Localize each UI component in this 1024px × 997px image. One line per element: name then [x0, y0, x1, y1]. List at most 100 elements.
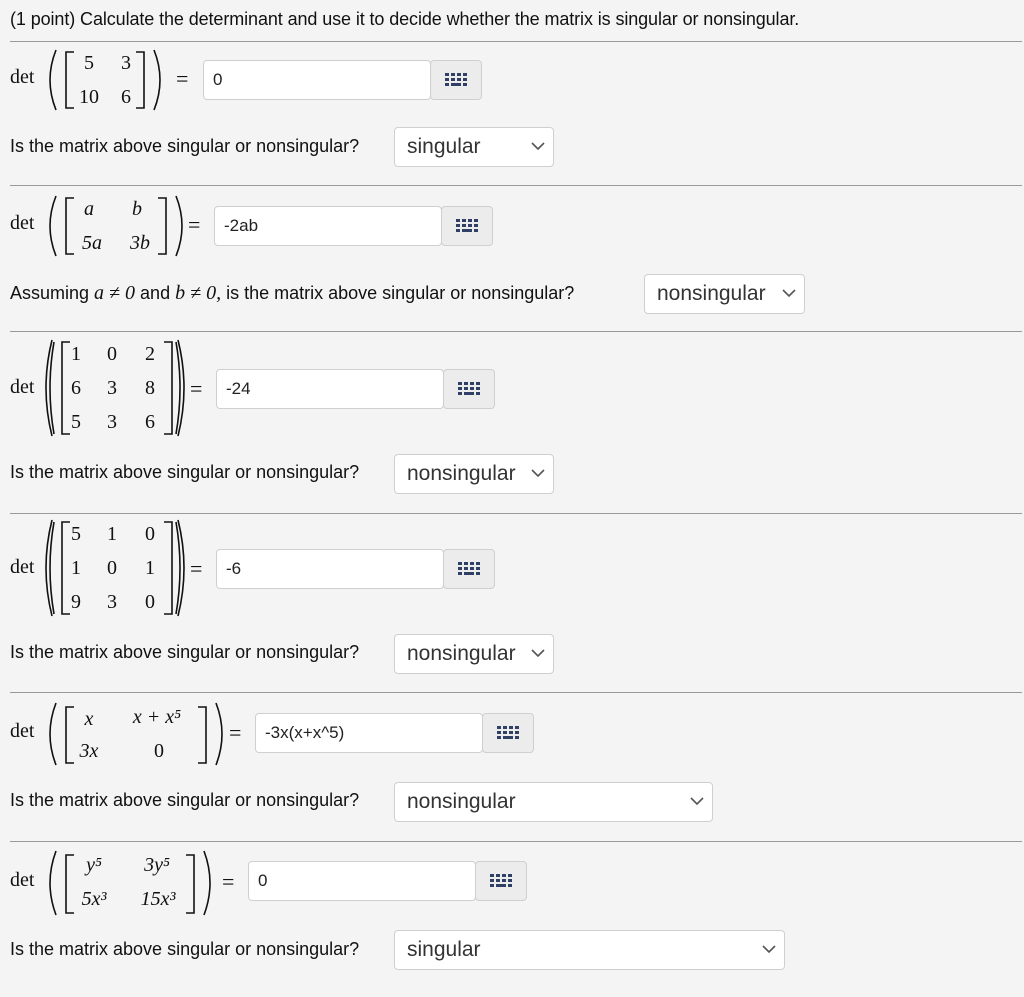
chevron-down-icon — [762, 945, 776, 954]
equals-sign: = — [190, 556, 203, 581]
singularity-select[interactable]: singular — [394, 930, 785, 970]
equation-editor-grid-icon — [490, 874, 512, 887]
question-text: Is the matrix above singular or nonsingu… — [10, 136, 360, 156]
divider — [10, 692, 1022, 693]
equation-editor-grid-icon — [458, 382, 480, 395]
matrix-1: 5 3 10 6 — [44, 48, 180, 112]
singularity-select[interactable]: nonsingular — [644, 274, 805, 314]
matrix-cell: 1 — [71, 557, 81, 579]
selected-value: singular — [407, 135, 481, 158]
det-label: det — [10, 212, 35, 234]
matrix-cell: 9 — [71, 591, 81, 613]
matrix-cell: 5x³ — [81, 888, 107, 910]
det-label: det — [10, 66, 35, 88]
matrix-brackets — [49, 195, 183, 257]
equation-editor-grid-icon — [445, 73, 467, 86]
chevron-down-icon — [531, 469, 545, 478]
question-prefix: Assuming — [10, 283, 90, 303]
matrix-cell: b — [132, 198, 142, 220]
det-label: det — [10, 376, 35, 398]
equals-sign: = — [176, 66, 189, 91]
matrix-cell: y⁵ — [86, 854, 102, 876]
question-text: Is the matrix above singular or nonsingu… — [10, 462, 360, 482]
matrix-cell: 5a — [82, 232, 102, 254]
det-label: det — [10, 720, 35, 742]
condition-a: a ≠ 0 — [94, 282, 136, 304]
points-label: (1 point) — [10, 9, 76, 29]
question-text: Is the matrix above singular or nonsingu… — [10, 790, 360, 810]
equation-editor-grid-icon — [497, 726, 519, 739]
matrix-cell: 3 — [107, 591, 117, 613]
matrix-cell: x + x⁵ — [132, 706, 182, 728]
det-label: det — [10, 869, 35, 891]
matrix-cell: 2 — [145, 343, 155, 365]
matrix-cell: 1 — [107, 523, 117, 545]
question-text: Is the matrix above singular or nonsingu… — [10, 642, 360, 662]
divider — [10, 331, 1022, 332]
matrix-3: 1 0 2 6 3 8 5 3 6 — [40, 338, 190, 438]
equals-sign: = — [188, 212, 201, 237]
equation-editor-button[interactable] — [441, 206, 493, 246]
singularity-select[interactable]: singular — [394, 127, 554, 167]
singularity-select[interactable]: nonsingular — [394, 634, 554, 674]
matrix-cell: 1 — [71, 343, 81, 365]
matrix-brackets — [49, 49, 161, 111]
selected-value: singular — [407, 938, 481, 961]
determinant-answer-input[interactable]: 0 — [203, 60, 431, 100]
matrix-cell: 10 — [79, 86, 99, 108]
equation-editor-button[interactable] — [482, 713, 534, 753]
matrix-cell: 5 — [71, 411, 81, 433]
matrix-cell: 3 — [107, 411, 117, 433]
matrix-cell: 8 — [145, 377, 155, 399]
divider — [10, 41, 1022, 42]
matrix-cell: 6 — [71, 377, 81, 399]
chevron-down-icon — [531, 142, 545, 151]
equation-editor-button[interactable] — [430, 60, 482, 100]
matrix-cell: 0 — [107, 343, 117, 365]
singularity-select[interactable]: nonsingular — [394, 454, 554, 494]
question-text: Assuming a ≠ 0 and b ≠ 0, is the matrix … — [10, 282, 574, 305]
question-and: and — [140, 283, 171, 303]
matrix-cell: 0 — [145, 591, 155, 613]
matrix-cell: 0 — [145, 523, 155, 545]
condition-b: b ≠ 0, — [175, 282, 222, 304]
singularity-select[interactable]: nonsingular — [394, 782, 713, 822]
matrix-cell: 3b — [130, 232, 150, 254]
matrix-cell: a — [84, 198, 94, 220]
chevron-down-icon — [782, 289, 796, 298]
matrix-cell: 0 — [107, 557, 117, 579]
equation-editor-grid-icon — [458, 562, 480, 575]
question-text: Is the matrix above singular or nonsingu… — [10, 939, 360, 959]
chevron-down-icon — [531, 649, 545, 658]
matrix-cell: 3 — [121, 52, 131, 74]
matrix-cell: 3y⁵ — [144, 854, 170, 876]
selected-value: nonsingular — [407, 790, 516, 813]
matrix-4: 5 1 0 1 0 1 9 3 0 — [40, 518, 190, 618]
equation-editor-grid-icon — [456, 219, 478, 232]
matrix-5: x x + x⁵ 3x 0 — [44, 701, 236, 767]
selected-value: nonsingular — [657, 282, 766, 305]
determinant-answer-input[interactable]: -24 — [216, 369, 444, 409]
matrix-cell: 1 — [145, 557, 155, 579]
selected-value: nonsingular — [407, 462, 516, 485]
selected-value: nonsingular — [407, 642, 516, 665]
equation-editor-button[interactable] — [443, 369, 495, 409]
matrix-2: a b 5a 3b — [44, 194, 194, 258]
matrix-6: y⁵ 3y⁵ 5x³ 15x³ — [44, 849, 224, 917]
determinant-answer-input[interactable]: -2ab — [214, 206, 442, 246]
equals-sign: = — [222, 869, 235, 894]
determinant-answer-input[interactable]: 0 — [248, 861, 476, 901]
matrix-cell: x — [84, 708, 94, 730]
matrix-cell: 3 — [107, 377, 117, 399]
determinant-answer-input[interactable]: -3x(x+x^5) — [255, 713, 483, 753]
equation-editor-button[interactable] — [475, 861, 527, 901]
problem-instruction: (1 point) Calculate the determinant and … — [10, 9, 799, 30]
divider — [10, 185, 1022, 186]
matrix-cell: 5 — [71, 523, 81, 545]
equation-editor-button[interactable] — [443, 549, 495, 589]
chevron-down-icon — [690, 797, 704, 806]
determinant-answer-input[interactable]: -6 — [216, 549, 444, 589]
det-label: det — [10, 556, 35, 578]
matrix-cell: 0 — [154, 740, 164, 762]
matrix-cell: 6 — [145, 411, 155, 433]
